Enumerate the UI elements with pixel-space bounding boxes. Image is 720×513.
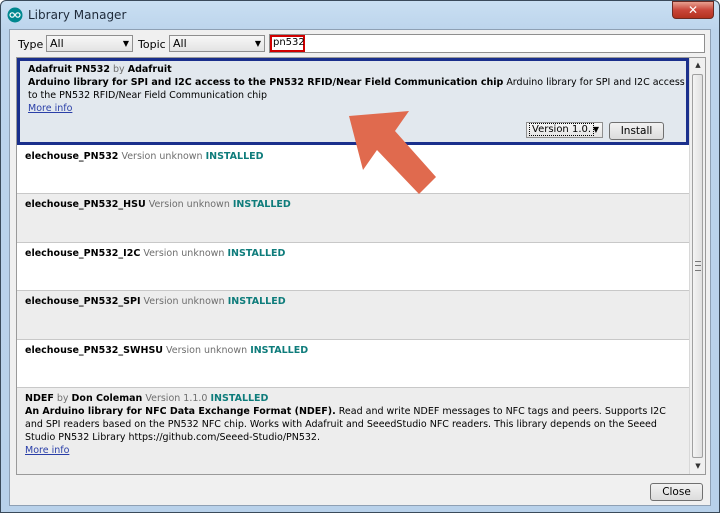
library-version: Version 1.1.0 — [145, 393, 208, 404]
library-description: An Arduino library for NFC Data Exchange… — [25, 405, 685, 444]
library-version: Version unknown — [143, 296, 225, 307]
window-title: Library Manager — [28, 8, 127, 22]
installed-badge: INSTALLED — [227, 296, 286, 307]
search-input-value: pn532 — [273, 37, 305, 48]
installed-badge: INSTALLED — [210, 393, 269, 404]
scroll-down-icon[interactable]: ▼ — [690, 459, 705, 473]
library-name: Adafruit PN532 — [28, 64, 110, 75]
scroll-up-icon[interactable]: ▲ — [690, 58, 705, 72]
version-select-value: Version 1.0. — [529, 123, 595, 136]
library-name: elechouse_PN532 — [25, 151, 119, 162]
library-title-line: Adafruit PN532 by Adafruit — [28, 63, 686, 76]
type-select[interactable]: All ▼ — [46, 35, 133, 52]
library-item[interactable]: elechouse_PN532_HSU Version unknown INST… — [17, 194, 689, 243]
version-select[interactable]: Version 1.0. ▼ — [526, 122, 603, 138]
library-version: Version unknown — [121, 151, 203, 162]
type-select-value: All — [50, 37, 64, 50]
installed-badge: INSTALLED — [227, 248, 286, 259]
library-by: by — [56, 393, 69, 404]
chevron-down-icon: ▼ — [592, 125, 599, 134]
topic-select-value: All — [173, 37, 187, 50]
library-version: Version unknown — [143, 248, 225, 259]
topic-label: Topic — [138, 38, 166, 51]
library-name: elechouse_PN532_HSU — [25, 199, 146, 210]
library-by: by — [113, 64, 125, 75]
installed-badge: INSTALLED — [250, 345, 309, 356]
library-item[interactable]: elechouse_PN532_SPI Version unknown INST… — [17, 291, 689, 340]
library-item[interactable]: elechouse_PN532_SWHSU Version unknown IN… — [17, 340, 689, 388]
library-manager-window: Library Manager ✕ Type All ▼ Topic All ▼… — [0, 0, 720, 513]
arduino-logo-icon — [7, 7, 23, 23]
library-author: Don Coleman — [71, 393, 143, 404]
installed-badge: INSTALLED — [205, 151, 264, 162]
installed-badge: INSTALLED — [232, 199, 291, 210]
type-label: Type — [18, 38, 44, 51]
library-sentence: An Arduino library for NFC Data Exchange… — [25, 406, 336, 417]
library-sentence: Arduino library for SPI and I2C access t… — [28, 77, 504, 88]
library-author: Adafruit — [127, 64, 172, 75]
close-button[interactable]: Close — [650, 483, 703, 501]
search-input[interactable]: pn532 — [269, 34, 705, 53]
library-item-ndef[interactable]: NDEF by Don Coleman Version 1.1.0 INSTAL… — [17, 388, 689, 474]
library-name: elechouse_PN532_SWHSU — [25, 345, 163, 356]
library-description: Arduino library for SPI and I2C access t… — [28, 76, 688, 102]
title-bar[interactable]: Library Manager ✕ — [1, 1, 719, 29]
filter-bar: Type All ▼ Topic All ▼ pn532 — [10, 30, 710, 58]
more-info-link[interactable]: More info — [28, 103, 72, 114]
library-title-line: NDEF by Don Coleman Version 1.1.0 INSTAL… — [25, 392, 689, 405]
chevron-down-icon: ▼ — [254, 39, 261, 48]
client-area: Type All ▼ Topic All ▼ pn532 Adafruit PN… — [9, 29, 711, 506]
library-item[interactable]: elechouse_PN532_I2C Version unknown INST… — [17, 243, 689, 291]
topic-select[interactable]: All ▼ — [169, 35, 265, 52]
window-close-button[interactable]: ✕ — [672, 1, 714, 19]
install-button[interactable]: Install — [609, 122, 664, 140]
library-name: NDEF — [25, 393, 54, 404]
library-name: elechouse_PN532_I2C — [25, 248, 141, 259]
library-version: Version unknown — [166, 345, 248, 356]
scrollbar-thumb[interactable] — [692, 74, 703, 458]
library-version: Version unknown — [148, 199, 230, 210]
vertical-scrollbar[interactable]: ▲ ▼ — [689, 58, 705, 474]
more-info-link[interactable]: More info — [25, 445, 69, 456]
pointer-arrow-icon — [349, 111, 436, 194]
grip-icon — [695, 261, 701, 271]
chevron-down-icon: ▼ — [122, 39, 129, 48]
library-name: elechouse_PN532_SPI — [25, 296, 141, 307]
